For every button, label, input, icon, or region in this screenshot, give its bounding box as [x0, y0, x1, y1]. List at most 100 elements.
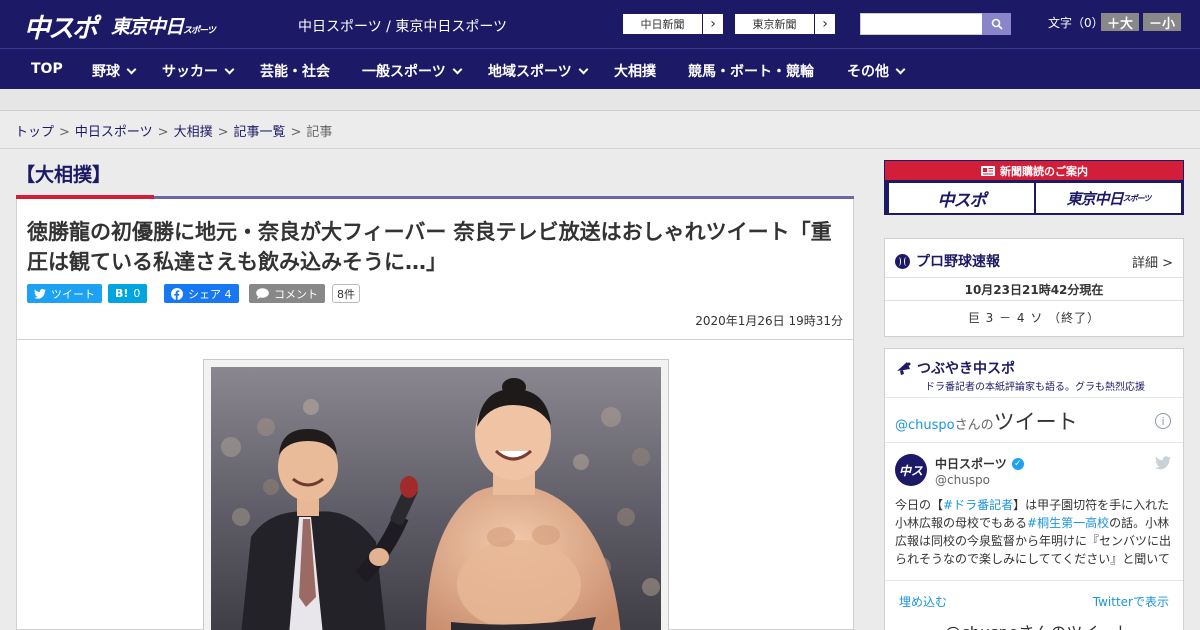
baseball-scores-title: プロ野球速報 [895, 251, 1000, 271]
nav-label: 地域スポーツ [488, 64, 572, 80]
timeline-san: さんの [954, 418, 994, 433]
baseball-scores-box: プロ野球速報 詳細 > 10月23日21時42分現在 巨 3 － 4 ソ （終了… [884, 238, 1184, 337]
nav-label: サッカー [162, 64, 218, 80]
hatena-bookmark-button[interactable]: B! 0 [108, 284, 148, 303]
tokyo-chunichi-logo[interactable]: 東京中日スポーツ [111, 12, 216, 39]
chevron-right-icon: › [710, 16, 716, 32]
timeline-header: @chuspoさんのツイート [895, 406, 1078, 436]
nav-label: 一般スポーツ [362, 64, 446, 80]
tweet-account-handle[interactable]: @chuspo [935, 473, 990, 487]
timeline-divider [885, 442, 1183, 443]
hashtag-link[interactable]: #桐生第一高校 [1027, 516, 1109, 530]
publish-date: 2020年1月26日 19時31分 [695, 314, 843, 328]
article-category: 【大相撲】 [16, 164, 112, 186]
nav-label: 競馬・ボート・競輪 [688, 64, 814, 80]
nav-item-sumo[interactable]: 大相撲 [614, 61, 656, 81]
tokyo-shimbun-label: 東京新聞 [735, 14, 815, 34]
timeline-title: ツイート [993, 410, 1078, 434]
hatena-count: 0 [133, 287, 141, 300]
tweets-title-text: つぶやき中スポ [917, 361, 1015, 377]
game-score[interactable]: 巨 3 － 4 ソ （終了） [885, 309, 1183, 326]
embed-link[interactable]: 埋め込む [899, 593, 947, 610]
breadcrumb-sumo[interactable]: 大相撲 [174, 125, 213, 140]
subscribe-tokyo-small: スポーツ [1122, 193, 1152, 203]
breadcrumb-current: 記事 [306, 125, 333, 140]
site-tagline: 中日スポーツ / 東京中日スポーツ [298, 19, 508, 35]
nav-item-top[interactable]: TOP [31, 61, 63, 77]
font-size-label: 文字（0） [1048, 16, 1104, 30]
font-increase-button[interactable]: ＋大 [1101, 13, 1139, 32]
search-icon [991, 18, 1003, 30]
tweet-label: ツイート [51, 287, 95, 301]
chevron-down-icon [224, 64, 235, 75]
tweets-subtitle: ドラ番記者の本紙評論家も語る。グラも熱烈応援 [925, 382, 1145, 393]
twitter-bird-icon [34, 288, 46, 299]
tokyo-logo-text: 東京中日 [111, 16, 184, 38]
subscription-title: 新聞購読のご案内 [885, 161, 1183, 180]
hashtag-link[interactable]: #ドラ番記者 [943, 498, 1013, 512]
nav-label: 大相撲 [614, 64, 656, 80]
breadcrumb-separator: > [217, 125, 229, 140]
nav-item-racing[interactable]: 競馬・ボート・競輪 [688, 61, 814, 81]
breadcrumb-separator: > [290, 125, 302, 140]
tweet-account-name[interactable]: 中日スポーツ ✓ [935, 455, 1024, 472]
subscribe-tokyo-logo[interactable]: 東京中日 スポーツ [1036, 183, 1181, 213]
nav-label: TOP [31, 61, 63, 77]
chunichi-shimbun-button[interactable]: 中日新聞 › [622, 13, 724, 35]
top-header: 中スポ 東京中日スポーツ 中日スポーツ / 東京中日スポーツ 中日新聞 › 東京… [0, 0, 1200, 48]
main-nav: TOP 野球 サッカー 芸能・社会 一般スポーツ 地域スポーツ 大相撲 競馬・ボ… [0, 48, 1200, 89]
chevron-down-icon [895, 64, 906, 75]
breadcrumb-article-list[interactable]: 記事一覧 [234, 125, 286, 140]
verified-badge-icon: ✓ [1011, 457, 1024, 470]
chevron-down-icon [452, 64, 463, 75]
subscribe-tokyo-text: 東京中日 [1066, 189, 1124, 208]
chuspo-logo[interactable]: 中スポ [24, 8, 98, 45]
twitter-logo-icon[interactable] [1155, 456, 1171, 470]
tweets-box: つぶやき中スポ ドラ番記者の本紙評論家も語る。グラも熱烈応援 @chuspoさん… [884, 348, 1184, 630]
baseball-title-text: プロ野球速報 [916, 254, 1000, 270]
comment-count[interactable]: 8件 [332, 284, 360, 303]
breadcrumb-bar: トップ > 中日スポーツ > 大相撲 > 記事一覧 > 記事 [0, 111, 1200, 149]
nav-item-general-sports[interactable]: 一般スポーツ [362, 61, 463, 81]
facebook-share-button[interactable]: シェア 4 [164, 284, 239, 303]
nav-label: その他 [847, 64, 889, 80]
nav-item-baseball[interactable]: 野球 [92, 61, 137, 81]
subscription-banner[interactable]: 新聞購読のご案内 中スポ 東京中日 スポーツ [884, 160, 1184, 215]
breadcrumb-separator: > [59, 125, 70, 140]
timeline-handle[interactable]: @chuspo [895, 418, 955, 433]
timeline-footer: 埋め込む Twitterで表示 @chuspoさんのツイート [885, 580, 1183, 630]
breadcrumb: トップ > 中日スポーツ > 大相撲 > 記事一覧 > 記事 [15, 121, 332, 140]
chevron-down-icon [578, 64, 589, 75]
twitter-timeline-widget[interactable]: @chuspoさんのツイート i 中ス 中日スポーツ ✓ @chuspo 今日の【… [885, 397, 1183, 630]
tokyo-shimbun-button[interactable]: 東京新聞 › [734, 13, 836, 35]
info-icon[interactable]: i [1155, 413, 1171, 429]
article-body [16, 340, 854, 630]
nav-label: 芸能・社会 [260, 64, 330, 80]
nav-item-entertainment[interactable]: 芸能・社会 [260, 61, 330, 81]
tweet-text: 今日の【#ドラ番記者】は甲子園切符を手に入れた小林広報の母校でもある#桐生第一高… [895, 496, 1173, 568]
hatena-icon: B! [115, 287, 129, 300]
nav-item-local-sports[interactable]: 地域スポーツ [488, 61, 589, 81]
search-button[interactable] [982, 13, 1011, 35]
subscription-title-text: 新聞購読のご案内 [1000, 164, 1088, 178]
avatar[interactable]: 中ス [895, 454, 927, 486]
font-decrease-button[interactable]: －小 [1143, 13, 1181, 32]
comment-button[interactable]: コメント [249, 284, 325, 303]
tweets-title: つぶやき中スポ [895, 358, 1015, 378]
chunichi-shimbun-label: 中日新聞 [623, 14, 703, 34]
breadcrumb-chunichi-sports[interactable]: 中日スポーツ [75, 125, 153, 140]
baseball-icon [895, 253, 910, 269]
breadcrumb-top[interactable]: トップ [15, 125, 54, 140]
article-header: 徳勝龍の初優勝に地元・奈良が大フィーバー 奈良テレビ放送はおしゃれツイート「重圧… [16, 199, 854, 340]
facebook-icon [171, 287, 183, 300]
nav-item-soccer[interactable]: サッカー [162, 61, 235, 81]
view-on-twitter-link[interactable]: Twitterで表示 [1093, 593, 1169, 610]
tweet-text-pre: 今日の【 [895, 498, 944, 512]
tweet-button[interactable]: ツイート [27, 284, 102, 303]
article-photo[interactable] [211, 367, 661, 630]
search-input[interactable] [860, 13, 983, 35]
baseball-detail-link[interactable]: 詳細 > [1132, 252, 1173, 271]
nav-item-other[interactable]: その他 [847, 61, 906, 81]
newspaper-icon [981, 165, 995, 176]
subscribe-chuspo-logo[interactable]: 中スポ [889, 183, 1034, 213]
